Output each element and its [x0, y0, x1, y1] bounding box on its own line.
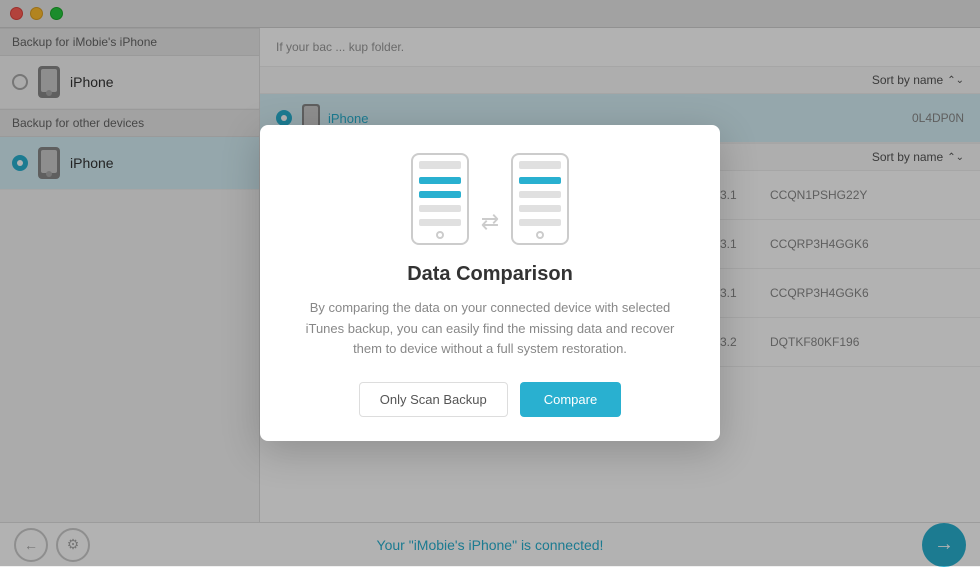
modal-illustration: ⇄ — [292, 153, 688, 245]
phone-left — [411, 153, 469, 245]
scan-only-button[interactable]: Only Scan Backup — [359, 382, 508, 417]
modal-description: By comparing the data on your connected … — [292, 298, 688, 360]
phone-left-container — [411, 153, 469, 245]
phone-right — [511, 153, 569, 245]
modal-title: Data Comparison — [292, 263, 688, 286]
compare-button[interactable]: Compare — [520, 382, 621, 417]
modal-dialog: ⇄ Data Comparison By comparing the data … — [260, 125, 720, 441]
modal-buttons: Only Scan Backup Compare — [292, 382, 688, 417]
modal-overlay: ⇄ Data Comparison By comparing the data … — [0, 0, 980, 566]
compare-arrow-icon: ⇄ — [481, 209, 499, 245]
phone-right-container — [511, 153, 569, 245]
